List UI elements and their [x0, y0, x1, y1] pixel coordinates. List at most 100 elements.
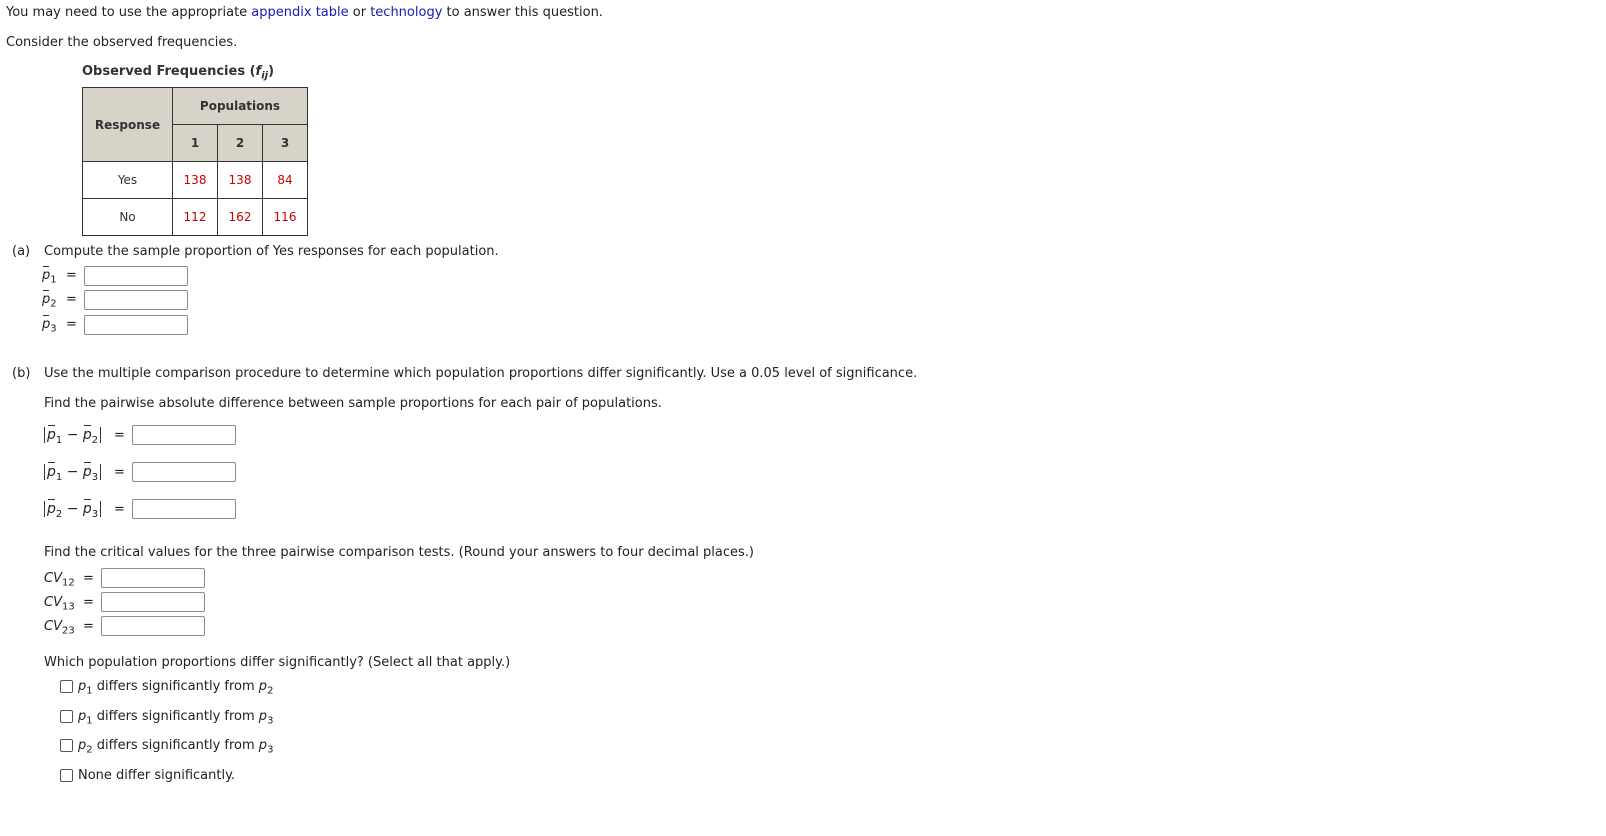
p2-label: p2 [42, 290, 57, 310]
p-var: p [42, 315, 51, 332]
consider-text: Consider the observed frequencies. [6, 35, 238, 50]
caption-text: Observed Frequencies ( [82, 64, 256, 79]
option-p1-p2-label[interactable]: p1 differs significantly from p2 [78, 679, 273, 697]
equals-sign: = [83, 619, 94, 634]
technology-link[interactable]: technology [370, 5, 442, 20]
equals-sign: = [66, 317, 77, 332]
option-p1-p2-checkbox[interactable] [60, 680, 73, 693]
response-header: Response [82, 87, 173, 162]
option-p2-p3-label[interactable]: p2 differs significantly from p3 [78, 738, 273, 756]
observed-frequencies-table: Response Populations 1 2 3 Yes 138 138 8… [82, 87, 308, 236]
diff-23-label: p2 − p3 [44, 499, 102, 520]
p-var: p [82, 462, 92, 480]
p-sub: 3 [267, 715, 274, 727]
population-3-header: 3 [262, 124, 308, 162]
cv-var: CV [44, 595, 62, 610]
row-label: Yes [82, 161, 173, 199]
option-none-label[interactable]: None differ significantly. [78, 768, 235, 783]
equals-sign: = [83, 595, 94, 610]
intro-prefix: You may need to use the appropriate [6, 5, 252, 20]
p-sub: 3 [50, 323, 57, 335]
intro-suffix: to answer this question. [442, 5, 603, 20]
caption-end: ) [268, 64, 275, 79]
p-var: p [82, 499, 92, 517]
cell-value: 112 [172, 198, 218, 236]
option-none-checkbox[interactable] [60, 769, 73, 782]
p3-label: p3 [42, 315, 57, 335]
part-a-text: Compute the sample proportion of Yes res… [44, 244, 499, 259]
equals-sign: = [114, 428, 125, 443]
table-row-yes: Yes 138 138 84 [82, 161, 308, 199]
cv-sub: 13 [61, 601, 75, 613]
p-sub: 2 [55, 508, 63, 520]
diff-12-input[interactable] [132, 425, 236, 445]
cv-sub: 23 [61, 625, 75, 637]
row-label: No [82, 198, 173, 236]
cv12-label: CV12 [44, 571, 75, 589]
cv13-label: CV13 [44, 595, 75, 613]
select-prompt: Which population proportions differ sign… [44, 655, 511, 670]
p-var: p [47, 425, 56, 443]
option-text: differs significantly from [92, 738, 259, 753]
p3-input[interactable] [84, 315, 188, 335]
p-sub: 1 [50, 274, 57, 286]
diff-13-label: p1 − p3 [44, 462, 102, 483]
diff-13-input[interactable] [132, 462, 236, 482]
p1-label: p1 [42, 266, 57, 286]
p-sub: 2 [50, 298, 57, 310]
option-text: differs significantly from [92, 679, 259, 694]
option-text: differs significantly from [92, 709, 259, 724]
p1-input[interactable] [84, 266, 188, 286]
p-var: p [47, 499, 56, 517]
equals-sign: = [114, 465, 125, 480]
table-caption: Observed Frequencies (fij) [82, 64, 274, 82]
p-var: p [42, 290, 51, 307]
equals-sign: = [83, 571, 94, 586]
intro-text: You may need to use the appropriate appe… [6, 5, 603, 20]
p-var: p [47, 462, 56, 480]
diff-23-input[interactable] [132, 499, 236, 519]
diff-12-label: p1 − p2 [44, 425, 102, 446]
p-var: p [42, 266, 51, 283]
p2-input[interactable] [84, 290, 188, 310]
cv13-input[interactable] [101, 592, 205, 612]
cv-var: CV [44, 619, 62, 634]
option-p1-p3-checkbox[interactable] [60, 710, 73, 723]
p-sub: 3 [91, 508, 99, 520]
p-sub: 3 [91, 471, 99, 483]
option-p1-p3-label[interactable]: p1 differs significantly from p3 [78, 709, 273, 727]
cv23-input[interactable] [101, 616, 205, 636]
cell-value: 138 [172, 161, 218, 199]
intro-middle: or [348, 5, 371, 20]
p-sub: 2 [91, 434, 99, 446]
part-b-text: Use the multiple comparison procedure to… [44, 366, 918, 381]
cell-value: 138 [217, 161, 263, 199]
p-var: p [258, 679, 268, 694]
cv-sub: 12 [61, 577, 75, 589]
equals-sign: = [114, 502, 125, 517]
table-row-no: No 112 162 116 [82, 198, 308, 236]
populations-header: Populations [172, 87, 308, 125]
cv-prompt: Find the critical values for the three p… [44, 545, 755, 560]
option-p2-p3-checkbox[interactable] [60, 739, 73, 752]
appendix-table-link[interactable]: appendix table [251, 5, 348, 20]
p-sub: 3 [267, 744, 274, 756]
p-sub: 1 [55, 434, 63, 446]
equals-sign: = [66, 268, 77, 283]
cell-value: 84 [262, 161, 308, 199]
p-sub: 1 [55, 471, 63, 483]
cv23-label: CV23 [44, 619, 75, 637]
cell-value: 116 [262, 198, 308, 236]
p-var: p [82, 425, 92, 443]
population-1-header: 1 [172, 124, 218, 162]
cv-var: CV [44, 571, 62, 586]
population-2-header: 2 [217, 124, 263, 162]
part-a-label: (a) [12, 244, 31, 259]
p-var: p [258, 709, 268, 724]
diff-prompt: Find the pairwise absolute difference be… [44, 396, 662, 411]
cv12-input[interactable] [101, 568, 205, 588]
p-var: p [258, 738, 268, 753]
p-sub: 2 [267, 685, 274, 697]
part-b-label: (b) [12, 366, 31, 381]
equals-sign: = [66, 292, 77, 307]
